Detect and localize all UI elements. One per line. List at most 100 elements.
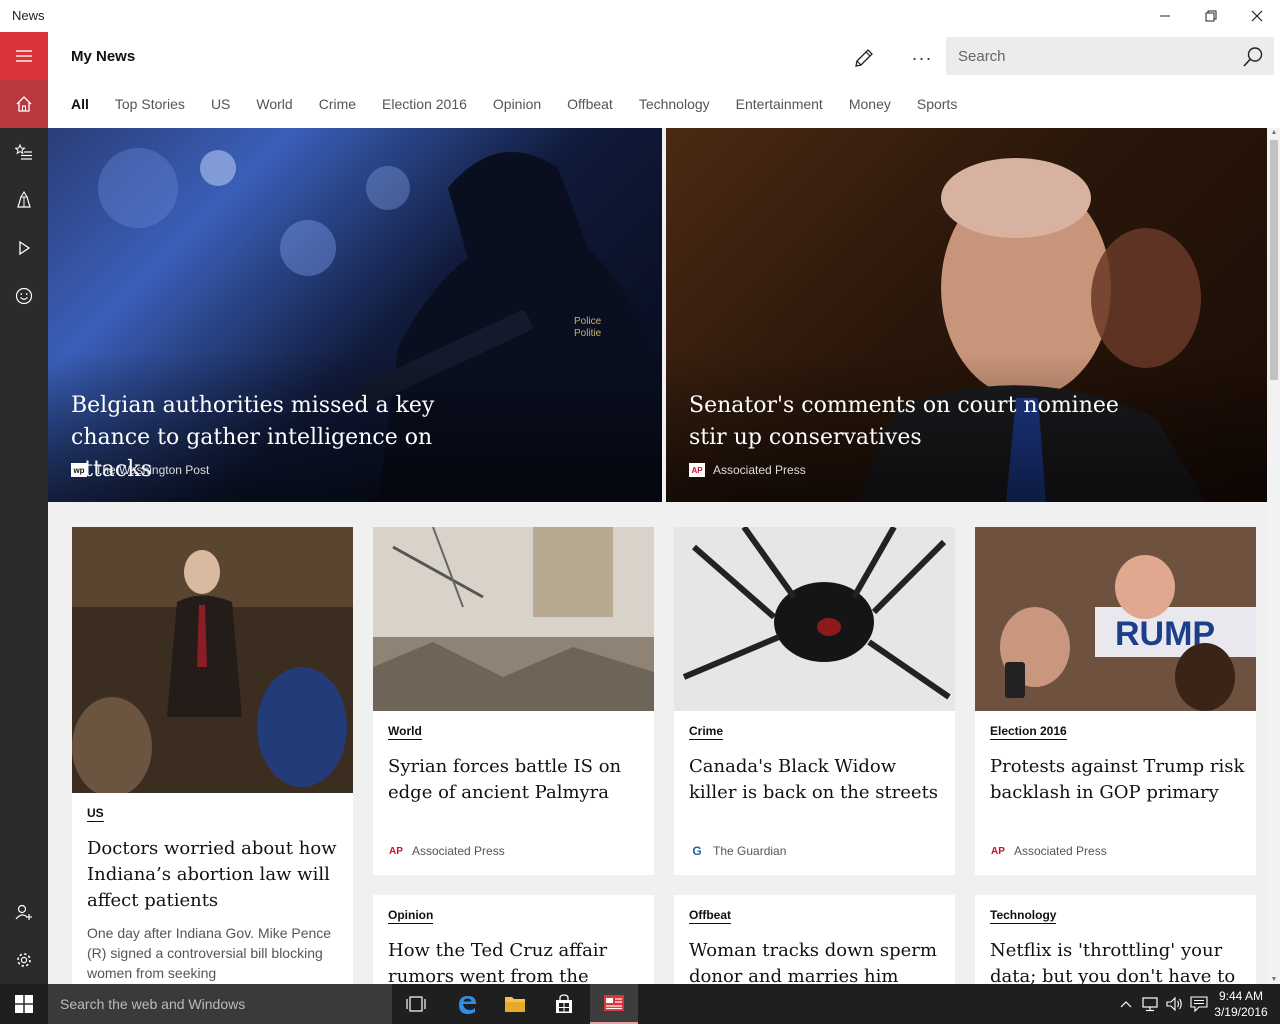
- file-explorer-button[interactable]: [491, 984, 539, 1024]
- card-title[interactable]: Canada's Black Widow killer is back on t…: [689, 754, 944, 806]
- minimize-button[interactable]: [1142, 0, 1188, 32]
- tab-technology[interactable]: Technology: [639, 96, 710, 118]
- minimize-icon: [1160, 15, 1170, 17]
- news-card-offbeat[interactable]: Offbeat Woman tracks down sperm donor an…: [674, 895, 955, 984]
- tab-opinion[interactable]: Opinion: [493, 96, 541, 118]
- card-title[interactable]: Woman tracks down sperm donor and marrie…: [689, 938, 944, 984]
- notification-icon: [1190, 996, 1208, 1012]
- home-icon: [16, 96, 32, 112]
- source-name: The Washington Post: [95, 463, 210, 477]
- rail-item-video[interactable]: [0, 224, 48, 272]
- tab-top-stories[interactable]: Top Stories: [115, 96, 185, 118]
- chevron-up-icon: [1120, 1001, 1132, 1008]
- card-category[interactable]: Opinion: [388, 908, 434, 924]
- pencil-icon: [855, 49, 873, 67]
- rail-item-feedback[interactable]: [0, 272, 48, 320]
- vertical-scrollbar[interactable]: ▲ ▼: [1267, 128, 1280, 984]
- tab-offbeat[interactable]: Offbeat: [567, 96, 613, 118]
- edge-icon: [459, 996, 476, 1014]
- navigation-rail: [0, 32, 48, 984]
- scrollbar-thumb[interactable]: [1270, 140, 1278, 380]
- search-input[interactable]: Search: [958, 48, 1006, 65]
- store-bag-icon: [556, 994, 572, 1013]
- more-options-button[interactable]: ···: [906, 42, 938, 74]
- rail-item-home[interactable]: [0, 80, 48, 128]
- hero-story-2[interactable]: Senator's comments on court nominee stir…: [666, 128, 1267, 502]
- add-user-icon: [15, 904, 32, 920]
- app-header: My News ··· Search All Top Stories US Wo…: [48, 32, 1280, 128]
- speaker-icon: [1166, 996, 1182, 1012]
- network-icon: [1142, 997, 1158, 1012]
- tab-entertainment[interactable]: Entertainment: [736, 96, 823, 118]
- card-category[interactable]: Election 2016: [990, 724, 1067, 740]
- scroll-up-arrow-icon[interactable]: ▲: [1270, 129, 1278, 136]
- tab-crime[interactable]: Crime: [319, 96, 356, 118]
- news-feed: Police Politie Belgian authorities misse…: [48, 128, 1267, 984]
- rail-item-local[interactable]: [0, 176, 48, 224]
- card-title[interactable]: Netflix is 'throttling' your data; but y…: [990, 938, 1245, 984]
- card-category[interactable]: US: [87, 806, 104, 822]
- washington-post-logo-icon: wp: [71, 463, 87, 477]
- rail-item-settings[interactable]: [0, 936, 48, 984]
- card-category[interactable]: Offbeat: [689, 908, 731, 924]
- associated-press-logo-icon: AP: [689, 463, 705, 477]
- search-box[interactable]: Search: [946, 37, 1274, 75]
- news-app-icon: [604, 995, 624, 1011]
- taskbar-search-input[interactable]: Search the web and Windows: [60, 996, 245, 1012]
- system-clock[interactable]: 9:44 AM 3/19/2016: [1208, 988, 1274, 1020]
- card-source: AP Associated Press: [990, 844, 1107, 858]
- folder-icon: [505, 997, 525, 1012]
- close-button[interactable]: [1234, 0, 1280, 32]
- news-app-button[interactable]: [590, 984, 638, 1024]
- tab-election-2016[interactable]: Election 2016: [382, 96, 467, 118]
- title-bar: News: [0, 0, 1280, 32]
- news-card-opinion[interactable]: Opinion How the Ted Cruz affair rumors w…: [373, 895, 654, 984]
- search-icon[interactable]: [1242, 46, 1264, 68]
- edit-button[interactable]: [848, 42, 880, 74]
- card-title[interactable]: How the Ted Cruz affair rumors went from…: [388, 938, 643, 984]
- tab-us[interactable]: US: [211, 96, 230, 118]
- news-card-technology[interactable]: Technology Netflix is 'throttling' your …: [975, 895, 1256, 984]
- card-title[interactable]: Syrian forces battle IS on edge of ancie…: [388, 754, 643, 806]
- hero-headline[interactable]: Senator's comments on court nominee stir…: [689, 390, 1119, 454]
- card-image-protest: RUMP: [975, 527, 1256, 711]
- news-card-election[interactable]: RUMP Election 2016 Protests against Trum…: [975, 527, 1256, 875]
- card-category[interactable]: Technology: [990, 908, 1057, 924]
- tab-money[interactable]: Money: [849, 96, 891, 118]
- restore-button[interactable]: [1188, 0, 1234, 32]
- taskbar: Search the web and Windows 9:44 AM 3/19/…: [0, 984, 1280, 1024]
- store-button[interactable]: [540, 984, 588, 1024]
- clock-time: 9:44 AM: [1218, 989, 1264, 1003]
- task-view-button[interactable]: [392, 984, 440, 1024]
- source-name: Associated Press: [412, 844, 505, 858]
- news-card-crime[interactable]: Crime Canada's Black Widow killer is bac…: [674, 527, 955, 875]
- news-card-world[interactable]: World Syrian forces battle IS on edge of…: [373, 527, 654, 875]
- card-title[interactable]: Doctors worried about how Indiana’s abor…: [87, 836, 342, 914]
- card-image-spider: [674, 527, 955, 711]
- scroll-down-arrow-icon[interactable]: ▼: [1270, 976, 1278, 983]
- tab-sports[interactable]: Sports: [917, 96, 957, 118]
- gear-icon: [17, 953, 31, 967]
- volume-button[interactable]: [1164, 984, 1186, 1024]
- show-hidden-icons-button[interactable]: [1116, 984, 1136, 1024]
- hamburger-menu-button[interactable]: [0, 32, 48, 80]
- card-source: AP Associated Press: [388, 844, 505, 858]
- rail-item-interests[interactable]: [0, 128, 48, 176]
- rail-item-account[interactable]: [0, 888, 48, 936]
- tab-world[interactable]: World: [256, 96, 292, 118]
- card-category[interactable]: World: [388, 724, 422, 740]
- edge-browser-button[interactable]: [443, 984, 491, 1024]
- news-card-us[interactable]: US Doctors worried about how Indiana’s a…: [72, 527, 353, 984]
- video-play-icon: [19, 240, 31, 256]
- card-image-press-conference: [72, 527, 353, 793]
- hero-story-1[interactable]: Police Politie Belgian authorities misse…: [48, 128, 662, 502]
- card-title[interactable]: Protests against Trump risk backlash in …: [990, 754, 1245, 806]
- network-button[interactable]: [1140, 984, 1162, 1024]
- action-center-button[interactable]: [1188, 984, 1210, 1024]
- category-tabs: All Top Stories US World Crime Election …: [71, 96, 983, 118]
- tab-all[interactable]: All: [71, 96, 89, 118]
- taskbar-search-box[interactable]: Search the web and Windows: [48, 984, 392, 1024]
- start-button[interactable]: [0, 984, 48, 1024]
- source-name: Associated Press: [713, 463, 806, 477]
- card-category[interactable]: Crime: [689, 724, 724, 740]
